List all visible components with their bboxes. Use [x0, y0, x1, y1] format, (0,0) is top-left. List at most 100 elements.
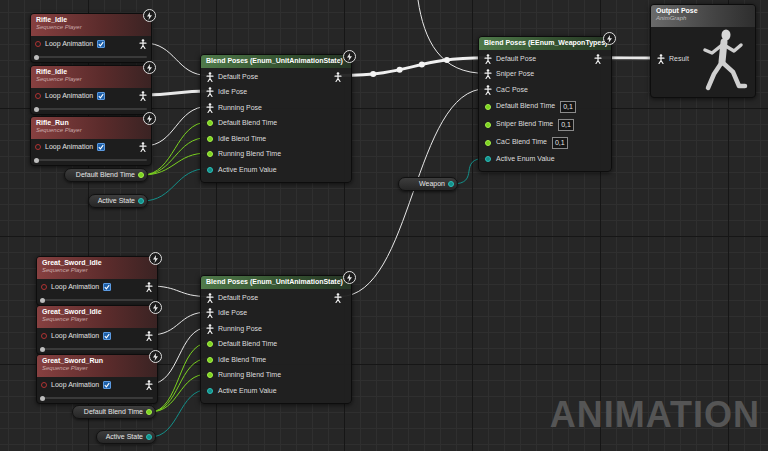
pose-pin-icon[interactable]: [206, 293, 214, 303]
input-pin-row: Sniper Blend Time0,1: [479, 116, 611, 134]
scrub-bar[interactable]: [37, 295, 157, 305]
loop-checkbox[interactable]: [97, 92, 105, 100]
scrub-bar[interactable]: [37, 344, 157, 354]
scrub-bar[interactable]: [31, 155, 151, 165]
float-pin-icon[interactable]: [207, 136, 213, 142]
output-pose-pin-icon[interactable]: [139, 142, 147, 152]
sequence-player-node[interactable]: Rifle_IdleSequence PlayerLoop Animation: [30, 65, 152, 115]
float-pin-icon[interactable]: [207, 151, 213, 157]
scrub-bar[interactable]: [31, 52, 151, 62]
float-pin-icon[interactable]: [146, 409, 152, 415]
sequence-player-node[interactable]: Great_Sword_IdleSequence PlayerLoop Anim…: [36, 305, 158, 355]
enum-pin-icon[interactable]: [146, 434, 152, 440]
loop-checkbox[interactable]: [103, 332, 111, 340]
output-pose-pin-icon[interactable]: [139, 91, 147, 101]
blend-poses-node[interactable]: Blend Poses (Enum_UnitAnimationState)Def…: [200, 275, 352, 404]
pose-pin-icon[interactable]: [206, 324, 214, 334]
input-pin-row: Running Blend Time: [201, 147, 351, 163]
output-pose-pin-icon[interactable]: [594, 54, 602, 64]
bool-pin-icon[interactable]: [35, 41, 41, 47]
float-pin-icon[interactable]: [138, 172, 144, 178]
output-pose-pin-icon[interactable]: [334, 293, 342, 303]
sequence-player-node[interactable]: Rifle_IdleSequence PlayerLoop Animation: [30, 13, 152, 63]
variable-node[interactable]: Active State: [96, 430, 156, 444]
float-pin-icon[interactable]: [207, 341, 213, 347]
float-pin-icon[interactable]: [207, 120, 213, 126]
pose-pin-icon[interactable]: [206, 308, 214, 318]
pose-pin-icon[interactable]: [206, 87, 214, 97]
input-pin-row: Active Enum Value: [479, 152, 611, 168]
pose-pin-icon[interactable]: [484, 54, 492, 64]
float-pin-icon[interactable]: [207, 357, 213, 363]
enum-pin-icon[interactable]: [138, 198, 144, 204]
pin-label: Default Pose: [496, 54, 536, 65]
scrub-bar[interactable]: [31, 104, 151, 114]
output-pose-pin-icon[interactable]: [139, 39, 147, 49]
variable-node[interactable]: Default Blend Time: [72, 405, 156, 419]
sequence-player-node[interactable]: Great_Sword_IdleSequence PlayerLoop Anim…: [36, 256, 158, 306]
bool-pin-icon[interactable]: [35, 144, 41, 150]
wire[interactable]: [142, 169, 208, 202]
pin-label: Sniper Pose: [496, 69, 534, 80]
float-pin-icon[interactable]: [207, 372, 213, 378]
sequence-player-node[interactable]: Rifle_RunSequence PlayerLoop Animation: [30, 116, 152, 166]
loop-checkbox[interactable]: [97, 143, 105, 151]
wire[interactable]: [144, 107, 208, 147]
node-subtitle: Sequence Player: [36, 76, 146, 83]
float-pin-icon[interactable]: [485, 104, 491, 110]
enum-pin-icon[interactable]: [485, 156, 491, 162]
loop-checkbox[interactable]: [97, 40, 105, 48]
node-title: Great_Sword_Idle: [42, 259, 152, 267]
reroute-dot[interactable]: [397, 67, 403, 73]
result-pin-icon[interactable]: [657, 54, 665, 64]
value-field[interactable]: 0,1: [552, 137, 568, 149]
output-pose-pin-icon[interactable]: [334, 72, 342, 82]
blend-poses-node[interactable]: Blend Poses (EEnum_WeaponTypes)Default P…: [478, 36, 612, 172]
enum-pin-icon[interactable]: [448, 181, 454, 187]
wire[interactable]: [340, 58, 486, 76]
mannequin-icon: [695, 26, 753, 96]
enum-pin-icon[interactable]: [207, 167, 213, 173]
lightning-badge-icon: [149, 252, 162, 265]
output-pose-pin-icon[interactable]: [145, 331, 153, 341]
input-pin-row: Running Pose: [201, 100, 351, 116]
value-field[interactable]: 0,1: [560, 101, 576, 113]
loop-checkbox[interactable]: [103, 381, 111, 389]
output-pose-pin-icon[interactable]: [145, 282, 153, 292]
reroute-dot[interactable]: [419, 62, 425, 68]
node-title: Rifle_Run: [36, 119, 146, 127]
output-pose-node[interactable]: Output PoseAnimGraphResult: [650, 4, 756, 98]
anim-graph-canvas[interactable]: ANIMATIONRifle_IdleSequence PlayerLoop A…: [0, 0, 768, 451]
bool-pin-icon[interactable]: [41, 284, 47, 290]
wire[interactable]: [340, 89, 486, 297]
pose-pin-icon[interactable]: [484, 69, 492, 79]
pin-label: Running Pose: [218, 324, 262, 335]
pin-label: Idle Pose: [218, 87, 247, 98]
bool-pin-icon[interactable]: [35, 93, 41, 99]
reroute-dot[interactable]: [370, 71, 376, 77]
scrub-bar[interactable]: [37, 393, 157, 403]
sequence-player-node[interactable]: Great_Sword_RunSequence PlayerLoop Anima…: [36, 354, 158, 404]
float-pin-icon[interactable]: [485, 122, 491, 128]
bool-pin-icon[interactable]: [41, 382, 47, 388]
variable-node[interactable]: Weapon: [398, 177, 458, 191]
enum-pin-icon[interactable]: [207, 388, 213, 394]
variable-node[interactable]: Default Blend Time: [64, 168, 148, 182]
node-header: Blend Poses (Enum_UnitAnimationState): [201, 55, 351, 68]
loop-checkbox[interactable]: [103, 283, 111, 291]
pose-pin-icon[interactable]: [484, 85, 492, 95]
wire[interactable]: [144, 43, 208, 76]
pin-label: Running Blend Time: [218, 149, 281, 160]
blend-poses-node[interactable]: Blend Poses (Enum_UnitAnimationState)Def…: [200, 54, 352, 183]
pose-pin-icon[interactable]: [206, 72, 214, 82]
wire[interactable]: [144, 91, 208, 95]
value-field[interactable]: 0,1: [558, 119, 574, 131]
bool-pin-icon[interactable]: [41, 333, 47, 339]
pose-pin-icon[interactable]: [206, 103, 214, 113]
reroute-dot[interactable]: [444, 57, 450, 63]
loop-label: Loop Animation: [51, 380, 99, 391]
output-pose-pin-icon[interactable]: [145, 380, 153, 390]
float-pin-icon[interactable]: [485, 140, 491, 146]
variable-node[interactable]: Active State: [88, 194, 148, 208]
check-icon: [98, 93, 104, 99]
